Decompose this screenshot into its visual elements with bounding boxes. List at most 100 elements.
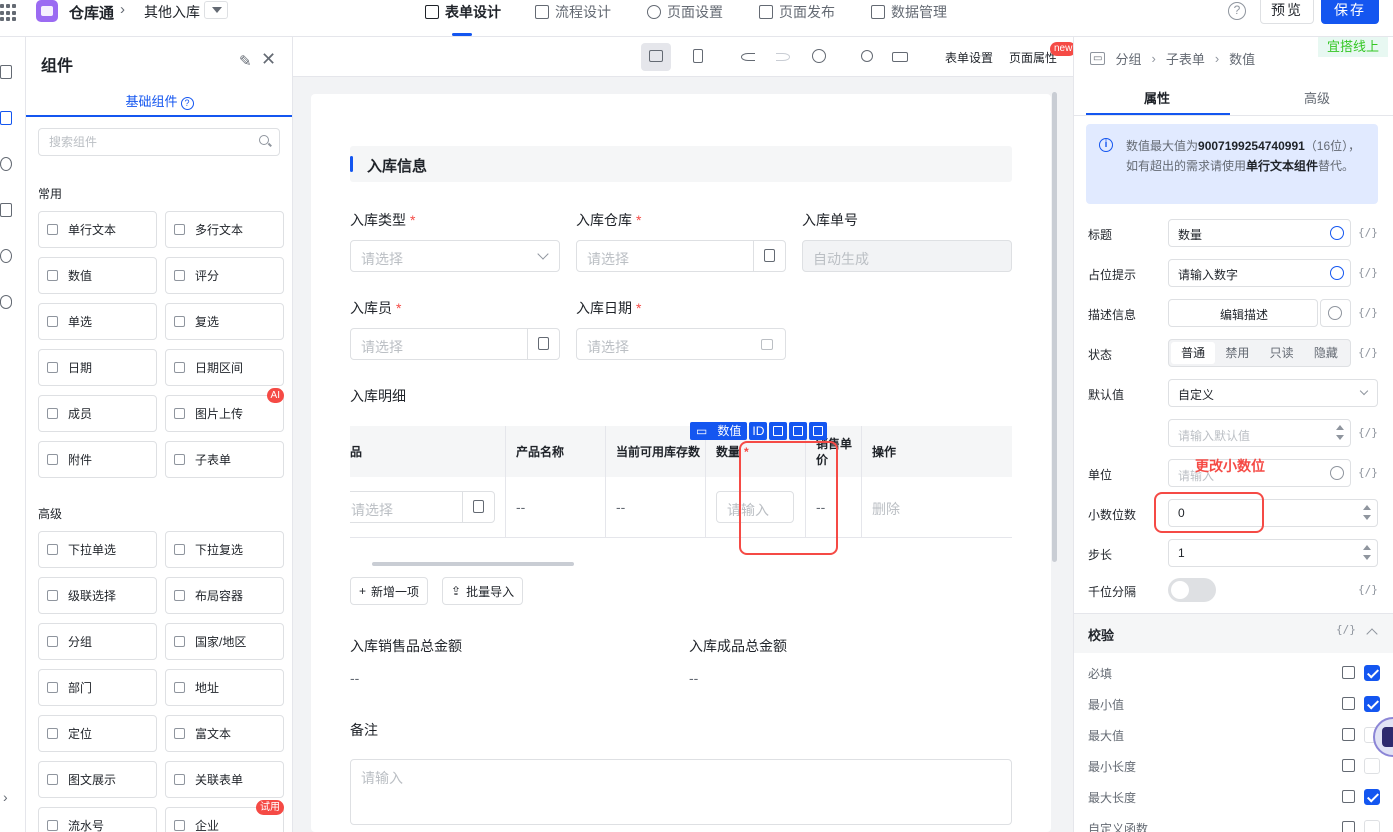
component-item[interactable]: 日期	[38, 349, 157, 386]
validation-checkbox[interactable]	[1364, 696, 1380, 712]
component-item[interactable]: 国家/地区	[165, 623, 284, 660]
component-item[interactable]: 定位	[38, 715, 157, 752]
fx-button[interactable]: {/}	[1358, 306, 1378, 319]
tab-properties[interactable]: 属性	[1144, 88, 1170, 107]
globe-icon[interactable]	[1330, 466, 1344, 480]
product-select[interactable]: 请选择	[350, 491, 495, 523]
history-button[interactable]	[804, 43, 834, 71]
component-item[interactable]: 单选	[38, 303, 157, 340]
form-settings-link[interactable]: 表单设置	[945, 49, 993, 66]
app-name[interactable]: 仓库通	[69, 2, 114, 23]
validation-checkbox[interactable]	[1364, 758, 1380, 774]
online-tag[interactable]: 宜搭线上	[1318, 37, 1388, 57]
component-item[interactable]: 部门	[38, 669, 157, 706]
stepper-icon[interactable]	[1363, 504, 1371, 522]
attachment-icon[interactable]	[0, 295, 12, 309]
edit-icon[interactable]	[1342, 728, 1355, 741]
page-dropdown-button[interactable]	[204, 1, 228, 19]
copy-icon[interactable]	[789, 422, 808, 440]
component-search-input[interactable]	[38, 128, 280, 156]
step-input[interactable]: 1	[1168, 539, 1378, 567]
preview-button[interactable]: 预览	[1260, 0, 1314, 24]
edit-icon[interactable]	[1342, 821, 1355, 832]
component-item[interactable]: 富文本	[165, 715, 284, 752]
component-item[interactable]: 图文展示	[38, 761, 157, 798]
operator-picker-button[interactable]	[527, 329, 559, 359]
edit-icon[interactable]	[1342, 759, 1355, 772]
component-item[interactable]: 成员	[38, 395, 157, 432]
validation-header[interactable]: 校验 {/}	[1074, 613, 1393, 653]
globe-icon[interactable]	[1330, 266, 1344, 280]
fx-button[interactable]: {/}	[1358, 226, 1378, 239]
edit-icon[interactable]	[1342, 790, 1355, 803]
keyboard-button[interactable]	[884, 43, 914, 71]
tab-page-publish[interactable]: 页面发布	[759, 2, 835, 22]
tab-data-management[interactable]: 数据管理	[871, 2, 947, 22]
component-item[interactable]: 流水号	[38, 807, 157, 832]
edit-icon[interactable]	[1342, 697, 1355, 710]
validation-checkbox[interactable]	[1364, 665, 1380, 681]
redo-button[interactable]	[768, 43, 798, 71]
operator-select[interactable]: 请选择	[350, 328, 560, 360]
state-normal[interactable]: 普通	[1171, 342, 1216, 364]
add-icon[interactable]	[769, 422, 788, 440]
fx-button[interactable]: {/}	[1358, 583, 1378, 596]
component-item[interactable]: 附件	[38, 441, 157, 478]
search-button[interactable]	[853, 43, 883, 71]
fx-button[interactable]: {/}	[1358, 346, 1378, 359]
close-icon[interactable]: ✕	[261, 49, 276, 70]
stepper-icon[interactable]	[1363, 544, 1371, 562]
source-icon[interactable]	[0, 203, 12, 217]
fx-button[interactable]: {/}	[1358, 266, 1378, 279]
expand-chevron-icon[interactable]: ›	[3, 789, 8, 805]
component-item[interactable]: 分组	[38, 623, 157, 660]
edit-icon[interactable]	[1342, 666, 1355, 679]
breadcrumb-subform[interactable]: 子表单	[1166, 49, 1205, 68]
component-item[interactable]: 级联选择	[38, 577, 157, 614]
app-grid-icon[interactable]	[0, 4, 18, 22]
component-item[interactable]: 下拉单选	[38, 531, 157, 568]
tab-advanced[interactable]: 高级	[1304, 88, 1330, 107]
tab-basic-components[interactable]: 基础组件?	[26, 91, 293, 117]
tab-page-settings[interactable]: 页面设置	[647, 2, 723, 22]
thousands-toggle[interactable]	[1168, 578, 1216, 602]
delete-row-link[interactable]: 删除	[872, 499, 900, 519]
component-item[interactable]: 日期区间	[165, 349, 284, 386]
component-item[interactable]: 企业 试用	[165, 800, 284, 832]
validation-checkbox[interactable]	[1364, 789, 1380, 805]
edit-description-button[interactable]: 编辑描述	[1168, 299, 1318, 327]
field-id-chip[interactable]: ID	[749, 422, 768, 440]
bulk-import-button[interactable]: ⇪ 批量导入	[442, 577, 524, 605]
component-item[interactable]: 图片上传 AI	[165, 388, 284, 432]
component-item[interactable]: 地址	[165, 669, 284, 706]
product-picker-button[interactable]	[462, 492, 494, 522]
warehouse-picker-button[interactable]	[753, 241, 785, 271]
default-value-input[interactable]: 请输入默认值	[1168, 419, 1351, 447]
fx-button[interactable]: {/}	[1336, 623, 1356, 636]
tab-flow-design[interactable]: 流程设计	[535, 2, 611, 22]
component-item[interactable]: 单行文本	[38, 211, 157, 248]
warehouse-select[interactable]: 请选择	[576, 240, 786, 272]
desktop-view-button[interactable]	[641, 43, 671, 71]
breadcrumb-group[interactable]: 分组	[1115, 49, 1141, 68]
description-globe-button[interactable]	[1320, 299, 1351, 327]
state-disabled[interactable]: 禁用	[1215, 342, 1259, 364]
component-item[interactable]: 子表单	[165, 441, 284, 478]
outline-icon[interactable]	[0, 65, 12, 79]
remark-textarea[interactable]: 请输入	[350, 759, 1012, 825]
section-header[interactable]: 入库信息	[350, 146, 1012, 182]
fx-button[interactable]: {/}	[1358, 466, 1378, 479]
tab-form-design[interactable]: 表单设计	[425, 2, 501, 22]
fx-button[interactable]: {/}	[1358, 426, 1378, 439]
title-input[interactable]: 数量	[1168, 219, 1351, 247]
component-item[interactable]: 关联表单	[165, 761, 284, 798]
mobile-view-button[interactable]	[683, 43, 713, 71]
component-item[interactable]: 多行文本	[165, 211, 284, 248]
validation-checkbox[interactable]	[1364, 820, 1380, 832]
components-icon[interactable]	[0, 111, 12, 125]
component-item[interactable]: 下拉复选	[165, 531, 284, 568]
horizontal-scrollbar[interactable]	[372, 562, 574, 566]
globe-icon[interactable]	[0, 249, 12, 263]
component-item[interactable]: 评分	[165, 257, 284, 294]
stepper-icon[interactable]	[1336, 424, 1344, 442]
